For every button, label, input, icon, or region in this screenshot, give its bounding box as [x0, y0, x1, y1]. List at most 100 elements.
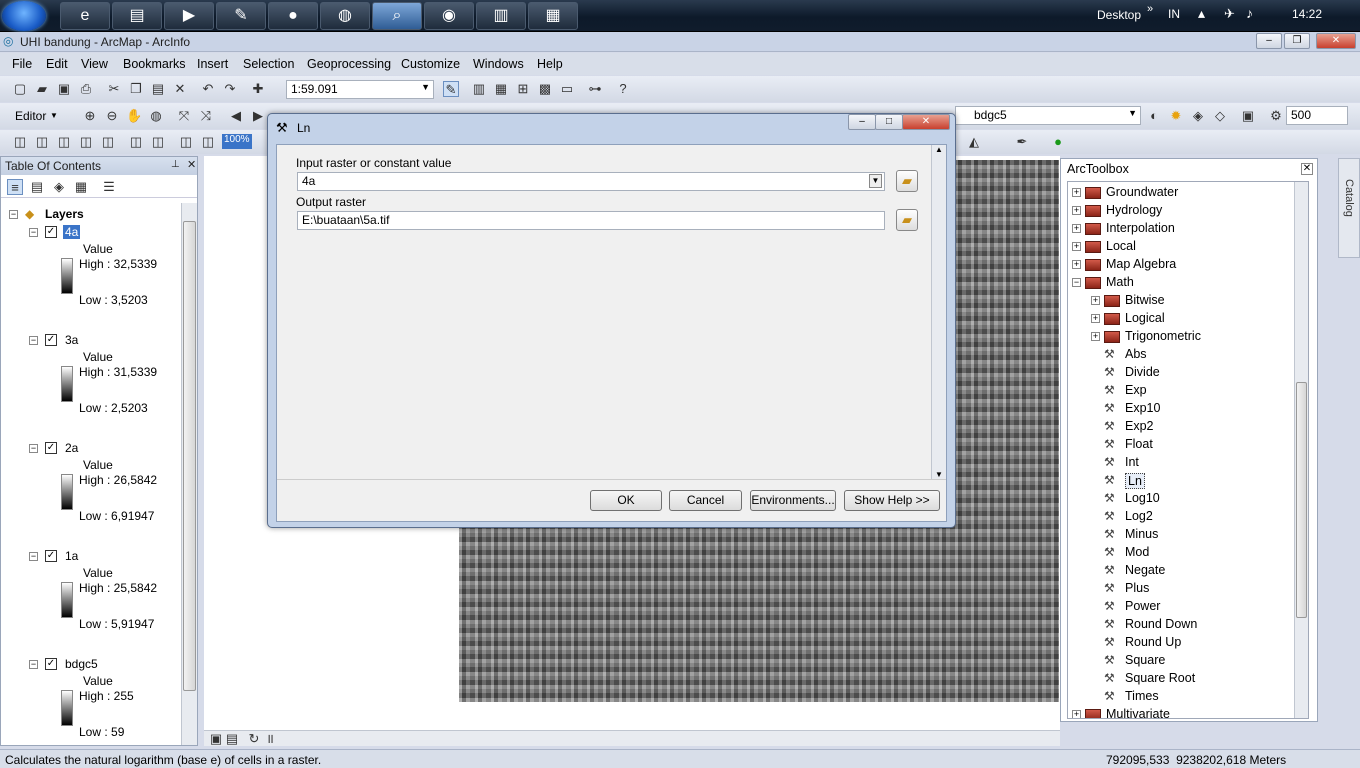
globe-icon[interactable]: ◍ [320, 2, 370, 30]
brightness-icon[interactable]: ✹ [1168, 108, 1184, 124]
zoom-in-icon[interactable]: ⊕ [82, 108, 98, 124]
options-icon[interactable]: ☰ [101, 179, 117, 195]
undo-icon[interactable]: ↶ [200, 81, 216, 97]
scrollbar-thumb[interactable] [183, 221, 196, 691]
expander[interactable]: + [1091, 296, 1100, 305]
swipe-icon[interactable]: ◇ [1212, 108, 1228, 124]
redo-icon[interactable]: ↷ [222, 81, 238, 97]
contrast-icon[interactable]: ◐ [1146, 108, 1162, 124]
toolset-item[interactable]: Map Algebra [1106, 257, 1176, 271]
menu-customize[interactable]: Customize [401, 57, 460, 71]
tool-item[interactable]: Exp [1125, 383, 1147, 397]
tool-item[interactable]: Divide [1125, 365, 1160, 379]
pan-icon[interactable]: ✋ [126, 108, 142, 124]
close-icon[interactable]: ✕ [1301, 163, 1313, 175]
python-icon[interactable]: ▭ [559, 81, 575, 97]
expander[interactable]: + [1072, 224, 1081, 233]
toolset-item[interactable]: Groundwater [1106, 185, 1178, 199]
tool-item[interactable]: Int [1125, 455, 1139, 469]
tool-icon[interactable]: ◫ [12, 134, 28, 150]
restore-button[interactable]: ❐ [1284, 33, 1310, 49]
tool-icon[interactable]: ◫ [34, 134, 50, 150]
editor-menu[interactable]: Editor [15, 109, 46, 123]
back-icon[interactable]: ◀ [228, 108, 244, 124]
expander[interactable]: − [29, 552, 38, 561]
network-icon[interactable]: ✈ [1224, 6, 1235, 22]
menu-windows[interactable]: Windows [473, 57, 524, 71]
dialog-scrollbar[interactable]: ▲ ▼ [931, 145, 946, 479]
menu-edit[interactable]: Edit [46, 57, 68, 71]
catalog-tab[interactable]: Catalog [1338, 158, 1360, 258]
list-by-drawing-order-icon[interactable]: ≡ [7, 179, 23, 195]
expander[interactable]: − [29, 336, 38, 345]
catalog-window-icon[interactable]: ▦ [493, 81, 509, 97]
close-button[interactable]: ✕ [1316, 33, 1356, 49]
full-extent-icon[interactable]: ◍ [148, 108, 164, 124]
toolset-item[interactable]: Bitwise [1125, 293, 1165, 307]
layer-select[interactable]: bdgc5 ▼ [955, 106, 1141, 125]
tool-item[interactable]: Times [1125, 689, 1159, 703]
menu-selection[interactable]: Selection [243, 57, 294, 71]
toolset-item[interactable]: Hydrology [1106, 203, 1162, 217]
minimize-button[interactable]: – [1256, 33, 1282, 49]
effects-icon[interactable]: ▣ [1240, 108, 1256, 124]
dialog-minimize-button[interactable]: – [848, 114, 876, 130]
save-icon[interactable]: ▣ [56, 81, 72, 97]
map-scale-select[interactable]: 1:59.091 ▼ [286, 80, 434, 99]
start-button[interactable] [2, 1, 46, 31]
refresh-icon[interactable]: ↻ [246, 731, 262, 747]
layout-view-icon[interactable]: ▤ [224, 731, 240, 747]
tool-item[interactable]: Power [1125, 599, 1160, 613]
fixed-zoom-out-icon[interactable]: ⤨ [198, 108, 214, 124]
app-icon[interactable]: ● [268, 2, 318, 30]
transparency-icon[interactable]: ◈ [1190, 108, 1206, 124]
add-data-icon[interactable]: ✚ [250, 81, 266, 97]
delete-icon[interactable]: ✕ [172, 81, 188, 97]
clock[interactable]: 14:22 [1292, 7, 1322, 21]
explorer-icon[interactable]: ▤ [112, 2, 162, 30]
pause-icon[interactable]: ॥ [262, 731, 278, 747]
open-icon[interactable]: ▰ [34, 81, 50, 97]
arcmap-task-icon[interactable]: ⌕ [372, 2, 422, 30]
tool-item[interactable]: Abs [1125, 347, 1147, 361]
menu-view[interactable]: View [81, 57, 108, 71]
media-icon[interactable]: ▶ [164, 2, 214, 30]
layer-name[interactable]: 3a [65, 333, 78, 347]
layers-root[interactable]: Layers [45, 207, 84, 221]
cut-icon[interactable]: ✂ [106, 81, 122, 97]
tool-item[interactable]: Negate [1125, 563, 1165, 577]
tool-item[interactable]: Square Root [1125, 671, 1195, 685]
fill-color-icon[interactable]: ◭ [966, 134, 982, 150]
layer-name[interactable]: 4a [63, 225, 81, 239]
data-view-icon[interactable]: ▣ [208, 731, 224, 747]
ok-button[interactable]: OK [590, 490, 662, 511]
expander[interactable]: + [1072, 188, 1081, 197]
tool-icon[interactable]: ◫ [150, 134, 166, 150]
tool-item[interactable]: Exp10 [1125, 401, 1160, 415]
paste-icon[interactable]: ▤ [150, 81, 166, 97]
menu-file[interactable]: File [12, 57, 32, 71]
tool-item[interactable]: Float [1125, 437, 1153, 451]
show-hidden-icon[interactable]: ▴ [1198, 5, 1205, 22]
arctoolbox-icon[interactable]: ▩ [537, 81, 553, 97]
tool-item[interactable]: Mod [1125, 545, 1149, 559]
expander[interactable]: − [29, 660, 38, 669]
layer-name[interactable]: bdgc5 [65, 657, 98, 671]
input-browse-folder-icon[interactable]: ▰ [896, 170, 918, 192]
show-help-button[interactable]: Show Help >> [844, 490, 940, 511]
resolution-icon[interactable]: ⚙ [1268, 108, 1284, 124]
chevron-down-icon[interactable]: ▼ [935, 470, 943, 479]
forward-icon[interactable]: ▶ [250, 108, 266, 124]
menu-geoprocessing[interactable]: Geoprocessing [307, 57, 391, 71]
toolset-item[interactable]: Trigonometric [1125, 329, 1201, 343]
toolset-item[interactable]: Local [1106, 239, 1136, 253]
list-by-visibility-icon[interactable]: ◈ [51, 179, 67, 195]
toc-window-icon[interactable]: ▥ [471, 81, 487, 97]
chevron-down-icon[interactable]: ▼ [869, 174, 882, 188]
chevron-up-icon[interactable]: ▲ [935, 145, 943, 154]
toolset-item[interactable]: Multivariate [1106, 707, 1170, 718]
ie-icon[interactable]: e [60, 2, 110, 30]
pin-icon[interactable]: ⊥ [171, 159, 180, 170]
tool-icon[interactable]: ◫ [56, 134, 72, 150]
cancel-button[interactable]: Cancel [669, 490, 742, 511]
